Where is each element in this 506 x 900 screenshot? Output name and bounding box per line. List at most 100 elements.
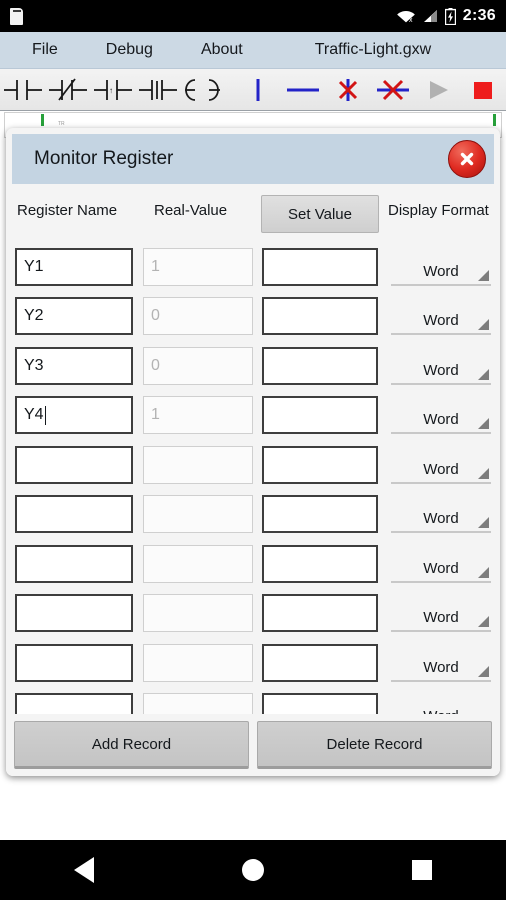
svg-text:↑: ↑: [109, 86, 113, 95]
column-header-display-format: Display Format: [388, 202, 489, 219]
coil-output-icon[interactable]: [180, 69, 225, 111]
register-name-input[interactable]: [15, 643, 133, 682]
display-format-spinner[interactable]: Word: [391, 594, 491, 633]
display-format-spinner[interactable]: Word: [391, 693, 491, 715]
home-icon[interactable]: [242, 859, 264, 881]
display-format-spinner[interactable]: Word: [391, 347, 491, 385]
table-row: Y4 1 Word: [6, 391, 500, 441]
set-value-input[interactable]: [262, 495, 378, 534]
spinner-label: Word: [423, 460, 459, 478]
table-row: Word: [6, 490, 500, 540]
real-value-field: 1: [143, 247, 253, 286]
stop-icon[interactable]: [461, 69, 506, 111]
menu-item-file[interactable]: File: [20, 41, 70, 59]
dialog-title: Monitor Register: [34, 148, 174, 169]
register-name-input[interactable]: [15, 544, 133, 583]
real-value-field: [143, 693, 253, 715]
delete-vertical-line-icon[interactable]: [326, 69, 371, 111]
column-header-register-name: Register Name: [17, 202, 118, 219]
real-value-field: 0: [143, 346, 253, 385]
table-row: Word: [6, 638, 500, 688]
real-value-field: [143, 495, 253, 534]
real-value-field: [143, 445, 253, 484]
set-value-input[interactable]: [262, 693, 378, 715]
register-name-input[interactable]: [15, 693, 133, 715]
android-nav-bar: [0, 840, 506, 900]
column-header-real-value: Real-Value: [154, 202, 228, 219]
set-value-input[interactable]: [262, 346, 378, 385]
wifi-off-icon: x: [396, 9, 415, 23]
run-icon[interactable]: [416, 69, 461, 111]
chevron-down-icon: [478, 368, 489, 380]
vertical-line-icon[interactable]: [235, 69, 280, 111]
dialog-footer: Add Record Delete Record: [6, 714, 500, 776]
register-name-input[interactable]: Y2: [15, 297, 133, 336]
set-value-input[interactable]: [262, 297, 378, 336]
set-value-input[interactable]: [262, 445, 378, 484]
table-row: Y2 0 Word: [6, 292, 500, 342]
display-format-spinner[interactable]: Word: [391, 644, 491, 682]
app-screen: x 2:36 File Debug About Traffic-Light.gx…: [0, 0, 506, 900]
menu-item-debug[interactable]: Debug: [94, 41, 165, 59]
display-format-spinner[interactable]: Word: [391, 545, 491, 583]
table-row: Word: [6, 688, 500, 715]
add-record-button[interactable]: Add Record: [14, 721, 249, 769]
display-format-spinner[interactable]: Word: [391, 446, 491, 484]
chevron-down-icon: [478, 517, 489, 529]
chevron-down-icon: [478, 665, 489, 677]
table-row: Word: [6, 539, 500, 589]
spinner-body: Word: [391, 362, 491, 385]
chevron-down-icon: [478, 616, 489, 628]
spinner-label: Word: [423, 609, 459, 627]
open-file-title: Traffic-Light.gxw: [314, 41, 432, 58]
battery-charging-icon: [444, 7, 456, 25]
register-name-input[interactable]: [15, 495, 133, 534]
text-caret: [44, 405, 47, 425]
horizontal-line-icon[interactable]: [280, 69, 325, 111]
ladder-right-rail-marker: [493, 114, 496, 126]
display-format-spinner[interactable]: Word: [391, 495, 491, 534]
table-row: Word: [6, 440, 500, 490]
real-value-field: 0: [143, 297, 253, 336]
set-value-input[interactable]: [262, 396, 378, 435]
display-format-spinner[interactable]: Word: [391, 248, 491, 286]
set-value-button[interactable]: Set Value: [261, 195, 379, 233]
spinner-body: Word: [391, 560, 491, 583]
display-format-spinner[interactable]: Word: [391, 396, 491, 435]
register-name-input[interactable]: [15, 445, 133, 484]
spinner-label: Word: [423, 312, 459, 330]
dialog-title-bar: Monitor Register: [12, 134, 494, 184]
register-name-input[interactable]: Y4: [15, 396, 133, 435]
set-value-input[interactable]: [262, 643, 378, 682]
spinner-label: Word: [423, 262, 459, 280]
chevron-down-icon: [478, 566, 489, 578]
chevron-down-icon: [478, 319, 489, 331]
spinner-body: Word: [391, 263, 491, 286]
delete-record-button[interactable]: Delete Record: [257, 721, 492, 769]
status-bar-right-icons: x 2:36: [396, 7, 496, 25]
android-status-bar: x 2:36: [0, 0, 506, 32]
table-row: Y1 1 Word: [6, 242, 500, 292]
spinner-body: Word: [391, 461, 491, 484]
spinner-label: Word: [423, 411, 459, 429]
register-name-input[interactable]: Y1: [15, 247, 133, 286]
register-name-input[interactable]: [15, 594, 133, 633]
contact-falling-edge-icon[interactable]: [135, 69, 180, 111]
set-value-input[interactable]: [262, 247, 378, 286]
real-value-field: [143, 544, 253, 583]
contact-no-icon[interactable]: [0, 69, 45, 111]
display-format-spinner[interactable]: Word: [391, 297, 491, 336]
register-name-input[interactable]: Y3: [15, 346, 133, 385]
delete-horizontal-line-icon[interactable]: [371, 69, 416, 111]
table-row: Word: [6, 589, 500, 639]
back-icon[interactable]: [74, 857, 94, 883]
menu-item-about[interactable]: About: [189, 41, 255, 59]
set-value-input[interactable]: [262, 594, 378, 633]
contact-nc-icon[interactable]: [45, 69, 90, 111]
svg-text:x: x: [409, 17, 413, 23]
recents-icon[interactable]: [412, 860, 432, 880]
contact-rising-edge-icon[interactable]: ↑: [90, 69, 135, 111]
status-bar-clock: 2:36: [462, 7, 496, 24]
close-icon[interactable]: [448, 140, 486, 178]
set-value-input[interactable]: [262, 544, 378, 583]
